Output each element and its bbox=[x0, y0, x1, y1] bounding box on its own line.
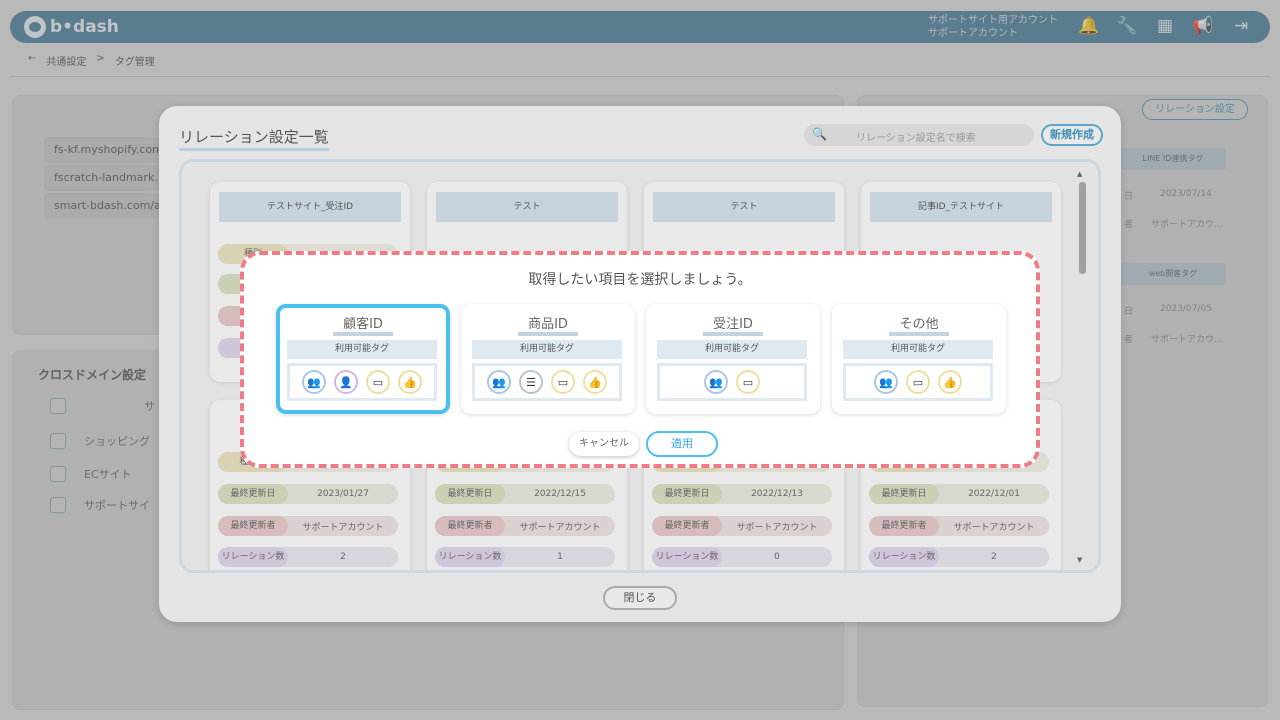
list-scrollbar[interactable]: ▲ ▼ bbox=[1077, 168, 1087, 568]
monitor-icon: ▭ bbox=[736, 370, 760, 394]
row-user-label: 最終更新者 bbox=[869, 516, 939, 536]
row-count: リレーション数 1 bbox=[435, 547, 615, 567]
row-user: 最終更新者 サポートアカウント bbox=[218, 516, 398, 536]
id-selection-dialog: 取得したい項目を選択しましょう。 顧客ID 利用可能タグ 👥 👤 ▭ 👍 商品I… bbox=[240, 251, 1040, 468]
option-tag-icons: 👥 ▭ bbox=[657, 363, 807, 401]
scroll-down-icon[interactable]: ▼ bbox=[1077, 556, 1082, 564]
row-date: 最終更新日 2022/12/01 bbox=[869, 484, 1049, 504]
row-date: 最終更新日 2022/12/15 bbox=[435, 484, 615, 504]
row-user-value: サポートアカウント bbox=[519, 522, 601, 533]
option-customer-id[interactable]: 顧客ID 利用可能タグ 👥 👤 ▭ 👍 bbox=[276, 304, 450, 414]
option-available-tags-label: 利用可能タグ bbox=[657, 340, 807, 359]
row-date: 最終更新日 2022/12/13 bbox=[652, 484, 832, 504]
row-date: 最終更新日 2023/01/27 bbox=[218, 484, 398, 504]
monitor-icon: ▭ bbox=[551, 370, 575, 394]
row-user-label: 最終更新者 bbox=[652, 516, 722, 536]
row-count-value: 2 bbox=[991, 552, 997, 562]
row-user-value: サポートアカウント bbox=[302, 522, 384, 533]
scroll-up-icon[interactable]: ▲ bbox=[1077, 170, 1082, 178]
row-date-value: 2022/12/15 bbox=[534, 489, 586, 499]
thumbs-up-icon: 👍 bbox=[583, 370, 607, 394]
relation-search-input[interactable]: 🔍 リレーション設定名で検索 bbox=[804, 124, 1034, 146]
apply-button[interactable]: 適用 bbox=[646, 431, 718, 457]
option-other[interactable]: その他 利用可能タグ 👥 ▭ 👍 bbox=[832, 304, 1006, 414]
row-date-value: 2022/12/13 bbox=[751, 489, 803, 499]
row-date-label: 最終更新日 bbox=[869, 484, 939, 504]
row-date-value: 2023/01/27 bbox=[317, 489, 369, 499]
monitor-icon: ▭ bbox=[906, 370, 930, 394]
row-count: リレーション数 0 bbox=[652, 547, 832, 567]
people-icon: 👥 bbox=[302, 370, 326, 394]
option-product-id[interactable]: 商品ID 利用可能タグ 👥 ☰ ▭ 👍 bbox=[461, 304, 635, 414]
row-user-value: サポートアカウント bbox=[953, 522, 1035, 533]
row-count: リレーション数 2 bbox=[869, 547, 1049, 567]
thumbs-up-icon: 👍 bbox=[398, 370, 422, 394]
close-button[interactable]: 閉じる bbox=[603, 586, 677, 610]
row-user-label: 最終更新者 bbox=[435, 516, 505, 536]
row-count-value: 1 bbox=[557, 552, 563, 562]
option-name: 顧客ID bbox=[333, 317, 393, 336]
person-icon: 👤 bbox=[334, 370, 358, 394]
option-tag-icons: 👥 ▭ 👍 bbox=[843, 363, 993, 401]
thumbs-up-icon: 👍 bbox=[938, 370, 962, 394]
row-count-label: リレーション数 bbox=[435, 547, 505, 567]
people-icon: 👥 bbox=[487, 370, 511, 394]
row-user: 最終更新者 サポートアカウント bbox=[435, 516, 615, 536]
row-count-label: リレーション数 bbox=[652, 547, 722, 567]
relation-card-title: テスト bbox=[436, 192, 618, 222]
row-user: 最終更新者 サポートアカウント bbox=[869, 516, 1049, 536]
row-date-label: 最終更新日 bbox=[218, 484, 288, 504]
row-count-value: 0 bbox=[774, 552, 780, 562]
option-tag-icons: 👥 👤 ▭ 👍 bbox=[287, 363, 437, 401]
row-count-label: リレーション数 bbox=[218, 547, 288, 567]
option-available-tags-label: 利用可能タグ bbox=[843, 340, 993, 359]
row-date-label: 最終更新日 bbox=[435, 484, 505, 504]
scroll-thumb[interactable] bbox=[1079, 182, 1086, 274]
option-name: 受注ID bbox=[703, 317, 763, 336]
option-available-tags-label: 利用可能タグ bbox=[287, 340, 437, 359]
search-placeholder: リレーション設定名で検索 bbox=[856, 133, 976, 144]
row-user-label: 最終更新者 bbox=[218, 516, 288, 536]
row-count-label: リレーション数 bbox=[869, 547, 939, 567]
row-date-value: 2022/12/01 bbox=[968, 489, 1020, 499]
list-icon: ☰ bbox=[519, 370, 543, 394]
relation-card-title: テスト bbox=[653, 192, 835, 222]
relation-card-title: 記事ID_テストサイト bbox=[870, 192, 1052, 222]
row-user: 最終更新者 サポートアカウント bbox=[652, 516, 832, 536]
row-count: リレーション数 2 bbox=[218, 547, 398, 567]
row-user-value: サポートアカウント bbox=[736, 522, 818, 533]
search-icon: 🔍 bbox=[812, 127, 827, 141]
row-count-value: 2 bbox=[340, 552, 346, 562]
option-name: 商品ID bbox=[518, 317, 578, 336]
relation-card-title: テストサイト_受注ID bbox=[219, 192, 401, 222]
dialog-title: 取得したい項目を選択しましょう。 bbox=[528, 272, 752, 288]
people-icon: 👥 bbox=[704, 370, 728, 394]
row-date-label: 最終更新日 bbox=[652, 484, 722, 504]
modal-title: リレーション設定一覧 bbox=[179, 126, 329, 151]
cancel-button[interactable]: キャンセル bbox=[569, 432, 639, 456]
people-icon: 👥 bbox=[874, 370, 898, 394]
option-name: その他 bbox=[889, 317, 949, 336]
new-create-button[interactable]: 新規作成 bbox=[1041, 124, 1103, 146]
option-available-tags-label: 利用可能タグ bbox=[472, 340, 622, 359]
monitor-icon: ▭ bbox=[366, 370, 390, 394]
option-tag-icons: 👥 ☰ ▭ 👍 bbox=[472, 363, 622, 401]
option-order-id[interactable]: 受注ID 利用可能タグ 👥 ▭ bbox=[646, 304, 820, 414]
